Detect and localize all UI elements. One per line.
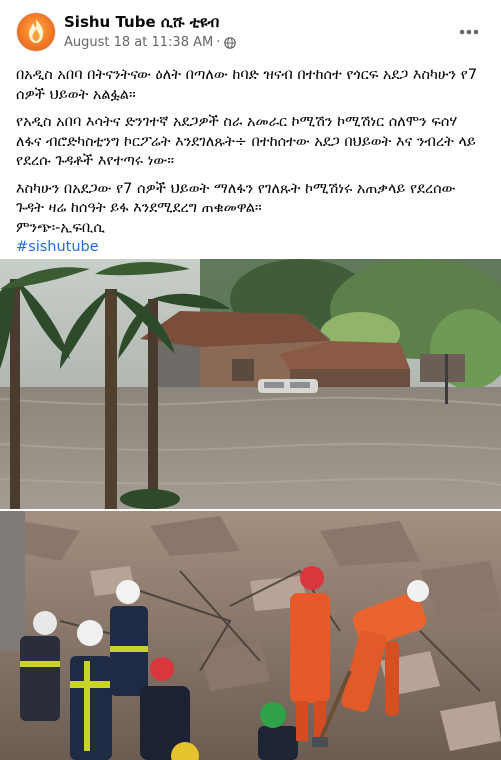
post-paragraph-2: የአዲስ አበባ እሳትና ድንገተኛ አደጋዎች ስራ አመራር ኮሚሽን ኮ… [16,114,476,169]
facebook-post: Sishu Tube ሲሹ ቲዩብ August 18 at 11:38 AM … [0,0,501,760]
post-timestamp[interactable]: August 18 at 11:38 AM [64,35,213,50]
meta-separator: · [216,35,221,50]
hashtag-link[interactable]: #sishutube [16,238,99,258]
globe-icon[interactable] [224,36,237,49]
post-header: Sishu Tube ሲሹ ቲዩብ August 18 at 11:38 AM … [0,0,501,66]
more-options-icon [459,29,479,35]
post-source: ምንጭ፡-ኢፍቢሲ [16,219,105,236]
post-meta: August 18 at 11:38 AM · [64,35,237,50]
rescue-photo[interactable] [0,511,501,760]
flood-photo[interactable] [0,259,501,509]
more-options-button[interactable] [455,18,483,46]
page-name-link[interactable]: Sishu Tube ሲሹ ቲዩብ [64,13,219,31]
post-text: በአዲስ አበባ በትናንትናው ዕለት በጣለው ከባድ ዝናብ በተከሰተ … [0,66,501,258]
post-paragraph-1: በአዲስ አበባ በትናንትናው ዕለት በጣለው ከባድ ዝናብ በተከሰተ … [16,67,478,103]
flame-logo-icon [28,19,44,43]
post-paragraph-3: እስካሁን በአደጋው የ7 ሰዎች ህይወት ማለፋን የገለጹት ኮሚሽነሩ… [16,180,456,217]
flood-photo-image [0,259,501,509]
page-avatar[interactable] [16,12,56,52]
rescue-photo-image [0,511,501,760]
